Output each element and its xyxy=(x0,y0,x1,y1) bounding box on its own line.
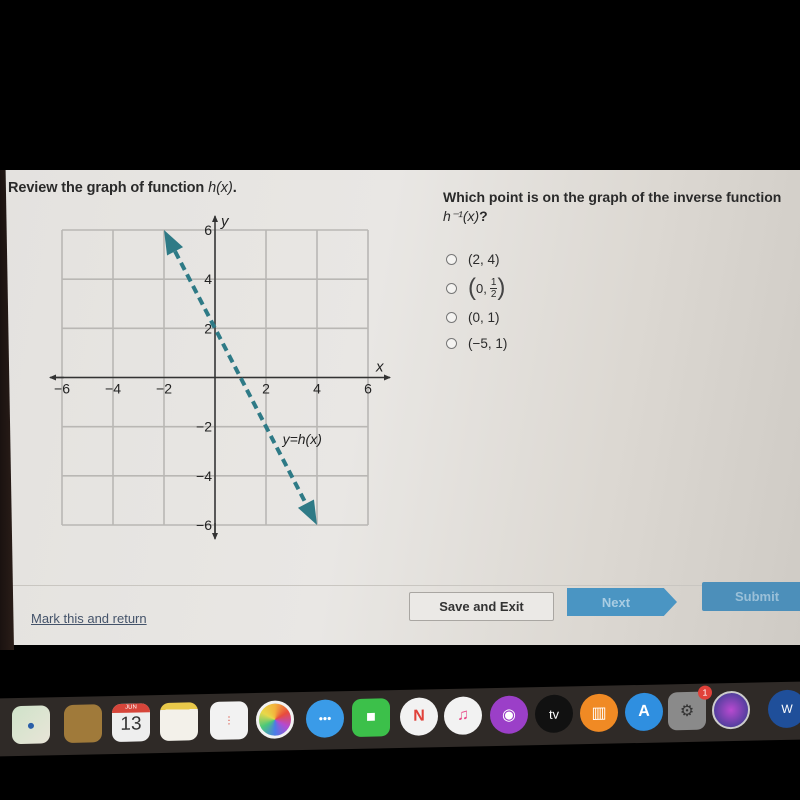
word-icon[interactable]: W xyxy=(768,689,800,729)
notification-badge: 1 xyxy=(698,685,712,700)
y-tick-label: −4 xyxy=(196,468,212,484)
y-tick-label: 6 xyxy=(204,222,212,238)
answer-option-1[interactable]: (2, 4) xyxy=(446,246,507,272)
series-annotation: y=h(x) xyxy=(282,431,322,447)
next-button[interactable]: Next xyxy=(567,588,677,616)
photos-icon[interactable] xyxy=(256,700,294,740)
answer-options: (2, 4) ( 0, 1 2 ) (0, 1) (−5, 1) xyxy=(446,246,507,356)
notes-icon[interactable] xyxy=(160,702,198,742)
app-store-icon[interactable]: A xyxy=(625,692,663,732)
function-graph: −6 −4 −2 2 4 6642−2−4−6 y=h(x) x y xyxy=(49,213,391,540)
pin-glyph: ● xyxy=(26,716,36,733)
x-tick-label: −4 xyxy=(105,381,121,397)
quiz-screen: Review the graph of function h(x). −6 −4−… xyxy=(0,170,800,645)
right-paren: ) xyxy=(497,274,506,301)
y-tick-label: −2 xyxy=(196,419,212,435)
camera-glyph: ■ xyxy=(366,708,376,726)
radio-button[interactable] xyxy=(446,253,457,265)
radio-button[interactable] xyxy=(446,282,457,294)
question-prompt: Which point is on the graph of the inver… xyxy=(443,188,800,226)
question-suffix: ? xyxy=(479,208,488,224)
radio-button[interactable] xyxy=(446,311,457,323)
x-tick-label: 6 xyxy=(364,381,372,397)
calendar-month: JUN xyxy=(112,703,150,714)
answer-option-3[interactable]: (0, 1) xyxy=(446,304,507,330)
y-axis-label: y xyxy=(220,213,230,230)
messages-icon[interactable]: ••• xyxy=(306,699,344,738)
radio-button[interactable] xyxy=(446,337,457,349)
option-label-fraction: ( 0, 1 2 ) xyxy=(468,276,505,300)
gear-icon[interactable]: ⚙ 1 xyxy=(668,685,712,731)
series-arrowhead-end xyxy=(297,499,317,525)
podcasts-icon[interactable]: ◉ xyxy=(490,695,528,735)
calendar-icon[interactable]: JUN 13 xyxy=(112,703,150,743)
reminder-dots: ⋮ xyxy=(224,714,234,727)
y-tick-label: 4 xyxy=(204,271,212,287)
siri-icon[interactable] xyxy=(712,690,750,730)
music-icon[interactable]: ♫ xyxy=(444,696,482,736)
answer-option-2[interactable]: ( 0, 1 2 ) xyxy=(446,272,507,304)
axes xyxy=(49,215,391,540)
fraction: 1 2 xyxy=(489,276,498,300)
x-tick-label: 2 xyxy=(262,381,270,397)
speech-bubble-glyph: ••• xyxy=(318,711,332,726)
tv-label: tv xyxy=(548,706,560,722)
tv-icon[interactable]: tv xyxy=(535,694,573,734)
submit-button[interactable]: Submit xyxy=(702,582,800,611)
mark-and-return-link[interactable]: Mark this and return xyxy=(31,611,147,626)
footer-divider xyxy=(10,585,800,586)
left-paren: ( xyxy=(468,274,476,301)
numerator: 1 xyxy=(489,276,498,289)
answer-option-4[interactable]: (−5, 1) xyxy=(446,330,507,356)
books-icon[interactable]: ▥ xyxy=(580,693,618,733)
option-label: (2, 4) xyxy=(468,251,500,267)
question-line: Which point is on the graph of the inver… xyxy=(443,189,782,205)
x-tick-label: −2 xyxy=(156,381,172,397)
inverse-function-name: h⁻¹(x) xyxy=(443,208,480,224)
option-label: (−5, 1) xyxy=(468,335,508,351)
dock: ● JUN 13 ⋮ ••• ■ N ♫ ◉ tv ▥ A ⚙ 1 W xyxy=(0,681,800,757)
news-icon[interactable]: N xyxy=(400,697,438,736)
y-tick-label: −6 xyxy=(196,517,212,533)
x-tick-label: 4 xyxy=(313,381,321,397)
gear-glyph: ⚙ xyxy=(679,702,695,721)
calendar-day: 13 xyxy=(120,713,142,735)
word-label: W xyxy=(781,701,793,717)
x-tick-label: −6 xyxy=(54,381,70,397)
denominator: 2 xyxy=(490,288,497,300)
x-axis-label: x xyxy=(375,359,384,376)
reminders-icon[interactable]: ⋮ xyxy=(210,701,248,740)
save-and-exit-button[interactable]: Save and Exit xyxy=(409,592,554,621)
fraction-prefix: 0, xyxy=(476,280,487,296)
facetime-icon[interactable]: ■ xyxy=(352,698,390,738)
maps-icon[interactable]: ● xyxy=(12,705,50,745)
series-arrowhead-start xyxy=(164,230,184,256)
contacts-icon[interactable] xyxy=(64,704,102,744)
option-label: (0, 1) xyxy=(468,309,500,325)
